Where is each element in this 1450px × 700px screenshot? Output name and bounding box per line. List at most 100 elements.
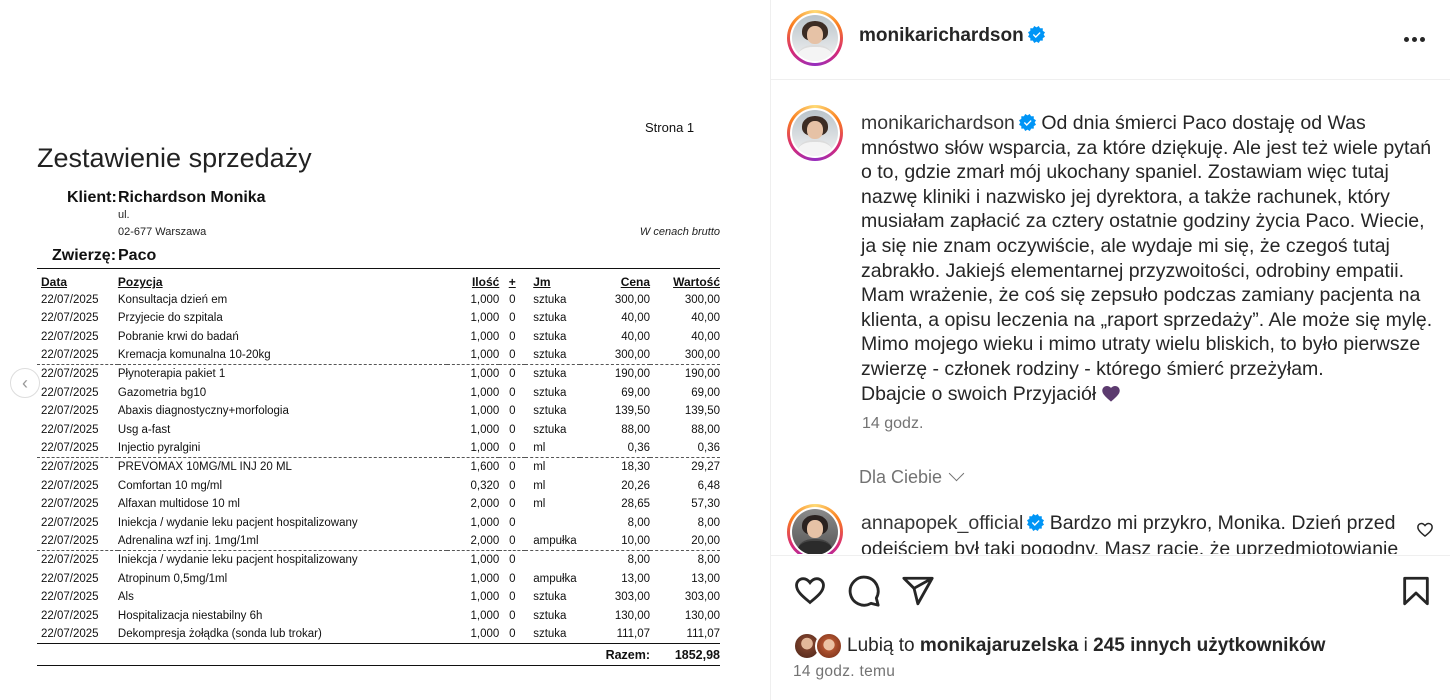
client-name: Richardson Monika (118, 189, 266, 206)
verified-badge-icon (1027, 514, 1045, 531)
cell-unit (525, 550, 581, 570)
post-actions: Lubią to monikajaruzelska i 245 innych u… (771, 555, 1450, 700)
cell-price: 139,50 (614, 405, 651, 418)
author-avatar[interactable] (787, 10, 843, 66)
purple-heart-icon (1101, 385, 1120, 402)
cell-plus: 0 (509, 386, 516, 399)
cell-plus: 0 (509, 609, 516, 622)
comment-filter-dropdown[interactable]: Dla Ciebie (859, 465, 965, 488)
table-row: 22/07/2025 Dekompresja żołądka (sonda lub… (37, 625, 720, 644)
caption-last-line: Dbajcie o swoich Przyjaciół (861, 382, 1097, 405)
col-header-value: Wartość (673, 275, 720, 290)
likes-summary[interactable]: Lubią to monikajaruzelska i 245 innych u… (793, 631, 1325, 661)
cell-item: Płynoterapia pakiet 1 (117, 364, 448, 384)
cell-date: 22/07/2025 (41, 498, 99, 511)
col-header-unit: Jm (533, 275, 551, 290)
comments-scroll-area[interactable]: monikarichardson Od dnia śmierci Paco do… (771, 81, 1450, 554)
cell-plus: 0 (499, 364, 526, 384)
document-title: Zestawienie sprzedaży (37, 143, 312, 173)
cell-price: 28,65 (621, 498, 651, 511)
cell-unit: sztuka (533, 628, 567, 641)
table-row: 22/07/2025 Hospitalizacja niestabilny 6h 1… (37, 607, 720, 626)
cell-plus: 0 (509, 572, 516, 585)
share-icon[interactable] (901, 574, 935, 608)
commenter-username-link[interactable]: annapopek_official (861, 512, 1023, 534)
caption-author-link[interactable]: monikarichardson (861, 112, 1015, 134)
cell-qty: 2,000 (470, 535, 500, 548)
cell-plus: 0 (509, 535, 516, 548)
cell-unit: sztuka (533, 293, 567, 306)
table-header-row: Data Pozycja Ilość + Jm Cena Wartość (37, 268, 720, 291)
comment-filter-label[interactable]: Dla Ciebie (859, 467, 942, 487)
cell-value: 190,00 (650, 364, 720, 384)
cell-unit: sztuka (533, 591, 567, 604)
cell-value: 300,00 (684, 293, 720, 306)
caption-author-avatar[interactable] (787, 105, 843, 161)
cell-price: 10,00 (621, 535, 651, 548)
author-username-link[interactable]: monikarichardson (859, 25, 1045, 47)
comment-heart-icon[interactable] (1416, 521, 1434, 539)
table-row: 22/07/2025 Pobranie krwi do badań 1,000 0 sz… (37, 328, 720, 347)
cell-value: 300,00 (684, 349, 720, 362)
author-username[interactable]: monikarichardson (859, 25, 1024, 46)
cell-unit: sztuka (533, 609, 567, 622)
cell-item: Als (117, 591, 134, 604)
comment-item: annapopek_official Bardzo mi przykro, Mo… (861, 510, 1401, 554)
total-row: Razem: 1852,98 (37, 643, 720, 666)
cell-value: 0,36 (697, 442, 720, 455)
cell-item: Pobranie krwi do badań (117, 330, 239, 343)
table-row: 22/07/2025 Konsultacja dzień em 1,000 0 sztu… (37, 291, 720, 310)
cell-qty: 2,000 (470, 498, 500, 511)
client-city: 02-677 Warszawa (118, 226, 207, 238)
cell-item: Hospitalizacja niestabilny 6h (117, 609, 263, 622)
post-header: monikarichardson (771, 0, 1450, 80)
post-timestamp[interactable]: 14 godz. temu (793, 663, 895, 681)
cell-price: 300,00 (614, 293, 651, 306)
likes-user-link[interactable]: monikajaruzelska (920, 635, 1078, 657)
cell-qty: 1,000 (470, 293, 500, 306)
cell-unit (525, 514, 580, 533)
cell-plus: 0 (509, 498, 516, 511)
cell-unit: sztuka (533, 423, 567, 436)
cell-price: 8,00 (580, 550, 651, 570)
cell-value: 130,00 (684, 609, 720, 622)
cell-date: 22/07/2025 (41, 405, 99, 418)
cell-date: 22/07/2025 (41, 330, 99, 343)
cell-value: 111,07 (686, 628, 720, 641)
page-number: Strona 1 (645, 120, 695, 135)
cell-item: Usg a-fast (117, 423, 171, 436)
cell-date: 22/07/2025 (41, 516, 99, 529)
cell-price: 300,00 (614, 349, 651, 362)
cell-unit: sztuka (533, 312, 567, 325)
cell-date: 22/07/2025 (41, 479, 99, 492)
heart-icon[interactable] (793, 574, 827, 608)
cell-qty: 0,320 (470, 479, 500, 492)
likes-others-link[interactable]: 245 innych użytkowników (1093, 635, 1325, 657)
cell-qty: 1,000 (470, 591, 500, 604)
table-row: 22/07/2025 Kremacja komunalna 10-20kg 1,00… (37, 346, 720, 365)
cell-price: 130,00 (614, 609, 651, 622)
comment-icon[interactable] (847, 574, 881, 608)
cell-date: 22/07/2025 (37, 457, 118, 477)
cell-qty: 1,000 (470, 572, 500, 585)
chevron-left-icon[interactable]: ‹ (10, 368, 40, 398)
table-row: 22/07/2025 Alfaxan multidose 10 ml 2,000 0 m… (37, 495, 720, 514)
cell-plus: 0 (499, 550, 526, 570)
commenter-avatar[interactable] (787, 504, 843, 554)
cell-qty: 1,000 (470, 349, 500, 362)
cell-unit: ml (533, 479, 546, 492)
col-header-plus: + (508, 275, 516, 290)
cell-item: Adrenalina wzf inj. 1mg/1ml (117, 535, 259, 548)
cell-plus: 0 (509, 628, 516, 641)
cell-item: Injectio pyralgini (117, 442, 201, 455)
cell-item: Gazometria bg10 (117, 386, 207, 399)
bookmark-icon[interactable] (1399, 574, 1433, 608)
cell-qty: 1,000 (470, 423, 500, 436)
likers-avatars (793, 632, 845, 660)
more-options-icon[interactable] (1399, 24, 1429, 54)
cell-value: 88,00 (691, 423, 720, 436)
cell-item: Konsultacja dzień em (117, 293, 228, 306)
cell-value: 57,30 (691, 498, 720, 511)
cell-plus: 0 (499, 457, 526, 477)
cell-value: 40,00 (691, 312, 720, 325)
